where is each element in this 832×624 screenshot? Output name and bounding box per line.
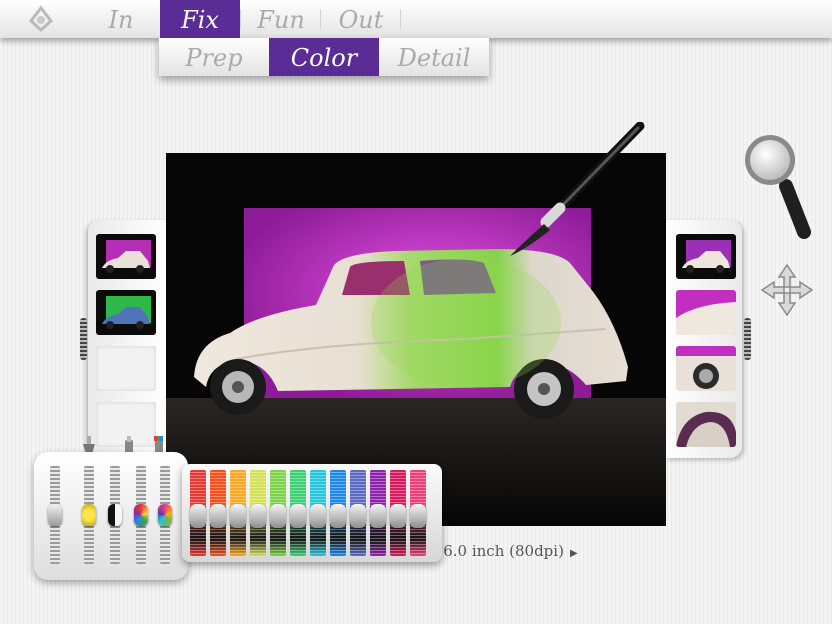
scroll-up-down-icon[interactable]	[744, 318, 751, 360]
color-slider-knob[interactable]	[410, 504, 426, 528]
color-slider-knob[interactable]	[210, 504, 226, 528]
tab-out[interactable]: Out	[322, 0, 400, 38]
color-slider-knob[interactable]	[330, 504, 346, 528]
thumbnail-detail-4[interactable]	[676, 402, 736, 447]
saturation-knob[interactable]	[158, 504, 172, 526]
triangle-right-icon[interactable]: ▶	[570, 548, 578, 559]
tab-fun[interactable]: Fun	[242, 0, 320, 38]
brightness-knob[interactable]	[82, 504, 96, 526]
thumbnail-original[interactable]	[96, 234, 156, 279]
status-text: x 6.0 inch (80dpi)	[430, 542, 564, 560]
nav-divider	[240, 9, 241, 29]
contrast-knob[interactable]	[108, 504, 122, 526]
color-slider-knob[interactable]	[290, 504, 306, 528]
thumbnail-detail-2[interactable]	[676, 290, 736, 335]
scroll-up-down-icon[interactable]	[80, 318, 87, 360]
color-slider-knob[interactable]	[230, 504, 246, 528]
color-slider-knob[interactable]	[350, 504, 366, 528]
thumbnail-variant[interactable]	[96, 290, 156, 335]
move-arrows-icon[interactable]	[760, 263, 814, 317]
color-slider-knob[interactable]	[250, 504, 266, 528]
top-nav-bar: In Fix Fun Out	[0, 0, 832, 38]
sub-nav-bar: Prep Color Detail	[159, 38, 489, 76]
right-thumbnail-panel	[666, 220, 751, 458]
nav-divider	[320, 9, 321, 29]
color-slider-knob[interactable]	[270, 504, 286, 528]
tone-adjustment-panel	[34, 452, 188, 580]
tab-fix[interactable]: Fix	[160, 0, 240, 38]
brush-icon	[510, 122, 645, 256]
thumbnail-detail-1[interactable]	[676, 234, 736, 279]
master-slider-knob[interactable]	[48, 504, 62, 526]
subtab-color[interactable]: Color	[269, 38, 379, 76]
tab-in[interactable]: In	[86, 0, 156, 38]
nav-divider	[400, 9, 401, 29]
hue-knob[interactable]	[134, 504, 148, 526]
thumbnail-slot-empty[interactable]	[96, 346, 156, 391]
image-size-status[interactable]: x 6.0 inch (80dpi) ▶	[430, 542, 578, 560]
color-slider-knob[interactable]	[310, 504, 326, 528]
left-thumbnail-panel	[80, 220, 166, 458]
thumbnail-detail-3[interactable]	[676, 346, 736, 391]
subtab-detail[interactable]: Detail	[379, 38, 489, 76]
color-slider-knob[interactable]	[190, 504, 206, 528]
magnifier-icon[interactable]	[742, 132, 812, 244]
logo-icon[interactable]	[24, 5, 58, 33]
color-slider-panel	[182, 464, 442, 562]
color-slider-knob[interactable]	[370, 504, 386, 528]
subtab-prep[interactable]: Prep	[159, 38, 269, 76]
color-slider-knob[interactable]	[390, 504, 406, 528]
